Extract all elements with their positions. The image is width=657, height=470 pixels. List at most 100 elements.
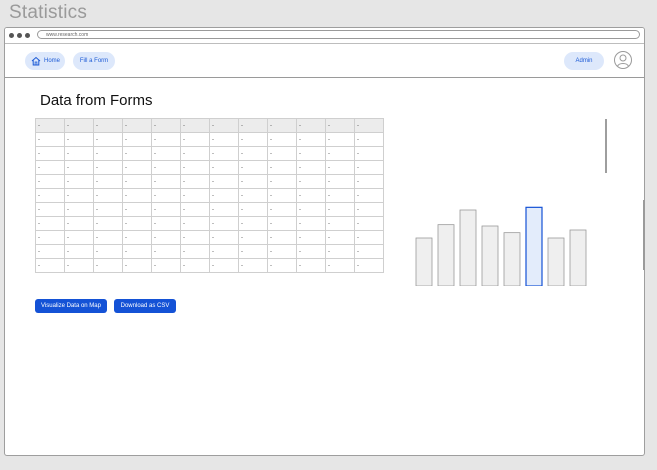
- table-cell: -: [35, 146, 65, 161]
- table-cell: -: [296, 188, 326, 203]
- section-title: Data from Forms: [40, 92, 153, 109]
- table-cell: -: [267, 132, 297, 147]
- table-cell: -: [151, 146, 181, 161]
- table-cell: -: [64, 216, 94, 231]
- table-cell: -: [325, 146, 355, 161]
- table-cell: -: [180, 202, 210, 217]
- table-cell: -: [325, 132, 355, 147]
- table-cell: -: [122, 146, 152, 161]
- table-cell: -: [238, 160, 268, 175]
- table-cell: -: [151, 202, 181, 217]
- table-cell: -: [151, 216, 181, 231]
- table-cell: -: [180, 258, 210, 273]
- table-cell: -: [296, 258, 326, 273]
- table-cell: -: [354, 132, 384, 147]
- table-cell: -: [354, 146, 384, 161]
- table-cell: -: [267, 202, 297, 217]
- table-cell: -: [238, 216, 268, 231]
- table-cell: -: [151, 258, 181, 273]
- table-cell: -: [122, 174, 152, 189]
- table-cell: -: [93, 132, 123, 147]
- table-cell: -: [325, 188, 355, 203]
- table-cell: -: [64, 160, 94, 175]
- table-cell: -: [325, 160, 355, 175]
- scrollbar-thumb[interactable]: [605, 119, 607, 173]
- table-cell: -: [93, 216, 123, 231]
- table-cell: -: [238, 174, 268, 189]
- window-dot-icon[interactable]: [25, 33, 30, 38]
- home-button[interactable]: Home: [25, 52, 65, 70]
- table-header-cell: -: [238, 118, 268, 133]
- table-cell: -: [354, 174, 384, 189]
- admin-button[interactable]: Admin: [564, 52, 604, 70]
- table-header-cell: -: [35, 118, 65, 133]
- table-cell: -: [35, 216, 65, 231]
- chart-bar: [415, 237, 433, 286]
- chart-bar: [459, 209, 477, 286]
- table-cell: -: [267, 216, 297, 231]
- visualize-map-button[interactable]: Visualize Data on Map: [35, 299, 107, 313]
- table-cell: -: [238, 146, 268, 161]
- table-cell: -: [209, 216, 239, 231]
- table-cell: -: [35, 202, 65, 217]
- table-cell: -: [296, 244, 326, 259]
- home-icon: [31, 56, 41, 66]
- page-scrollbar[interactable]: [643, 200, 645, 270]
- table-cell: -: [122, 202, 152, 217]
- table-cell: -: [35, 188, 65, 203]
- table-row: ------------: [35, 216, 384, 231]
- chart-bar: [525, 206, 543, 286]
- table-header-cell: -: [209, 118, 239, 133]
- table-cell: -: [151, 174, 181, 189]
- table-header-cell: -: [354, 118, 384, 133]
- table-header-cell: -: [296, 118, 326, 133]
- table-cell: -: [35, 174, 65, 189]
- table-cell: -: [325, 174, 355, 189]
- fill-form-button[interactable]: Fill a Form: [73, 52, 115, 70]
- table-cell: -: [93, 202, 123, 217]
- table-cell: -: [180, 160, 210, 175]
- table-cell: -: [180, 132, 210, 147]
- url-bar[interactable]: www.research.com: [37, 30, 640, 39]
- chart-bar: [503, 232, 521, 286]
- browser-window: www.research.com Home Fill a Form Admin …: [4, 27, 645, 456]
- window-dot-icon[interactable]: [17, 33, 22, 38]
- table-cell: -: [209, 160, 239, 175]
- browser-toolbar: www.research.com: [5, 28, 644, 44]
- table-cell: -: [64, 202, 94, 217]
- table-cell: -: [267, 188, 297, 203]
- table-cell: -: [325, 258, 355, 273]
- table-cell: -: [93, 174, 123, 189]
- table-row: ------------: [35, 174, 384, 189]
- table-cell: -: [296, 132, 326, 147]
- table-cell: -: [151, 244, 181, 259]
- table-cell: -: [35, 132, 65, 147]
- table-row: ------------: [35, 146, 384, 161]
- table-cell: -: [93, 160, 123, 175]
- window-dot-icon[interactable]: [9, 33, 14, 38]
- table-cell: -: [238, 258, 268, 273]
- table-cell: -: [209, 230, 239, 245]
- table-cell: -: [354, 160, 384, 175]
- table-header-cell: -: [151, 118, 181, 133]
- table-cell: -: [180, 244, 210, 259]
- download-csv-button[interactable]: Download as CSV: [114, 299, 176, 313]
- table-cell: -: [180, 174, 210, 189]
- table-cell: -: [296, 216, 326, 231]
- table-cell: -: [209, 132, 239, 147]
- table-header-row: ------------: [35, 118, 384, 133]
- table-cell: -: [209, 258, 239, 273]
- table-header-cell: -: [93, 118, 123, 133]
- table-cell: -: [296, 230, 326, 245]
- table-cell: -: [354, 230, 384, 245]
- table-cell: -: [64, 132, 94, 147]
- table-row: ------------: [35, 132, 384, 147]
- navbar: Home Fill a Form Admin: [5, 44, 644, 78]
- table-cell: -: [209, 244, 239, 259]
- table-cell: -: [180, 188, 210, 203]
- table-cell: -: [238, 244, 268, 259]
- table-cell: -: [151, 160, 181, 175]
- table-cell: -: [267, 146, 297, 161]
- table-cell: -: [180, 230, 210, 245]
- user-avatar-icon[interactable]: [614, 51, 632, 69]
